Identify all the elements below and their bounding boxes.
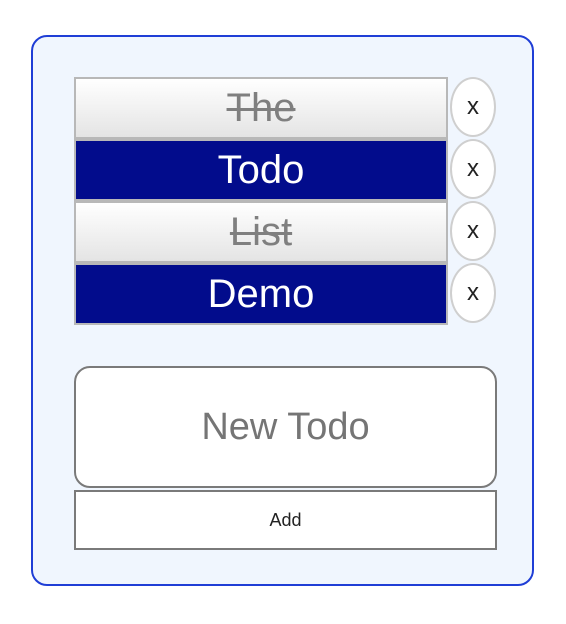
todo-list: The x Todo x List x Demo x (74, 77, 498, 325)
todo-row: The x (74, 77, 498, 139)
todo-app-panel: The x Todo x List x Demo x Add (31, 35, 534, 586)
todo-row: List x (74, 201, 498, 263)
add-button[interactable]: Add (74, 490, 497, 550)
delete-button[interactable]: x (450, 77, 496, 137)
todo-item-label[interactable]: Todo (74, 139, 448, 201)
delete-button[interactable]: x (450, 139, 496, 199)
todo-row: Demo x (74, 263, 498, 325)
todo-item-label[interactable]: Demo (74, 263, 448, 325)
todo-row: Todo x (74, 139, 498, 201)
todo-item-label[interactable]: The (74, 77, 448, 139)
delete-button[interactable]: x (450, 201, 496, 261)
new-todo-input[interactable] (74, 366, 497, 488)
delete-button[interactable]: x (450, 263, 496, 323)
todo-item-label[interactable]: List (74, 201, 448, 263)
